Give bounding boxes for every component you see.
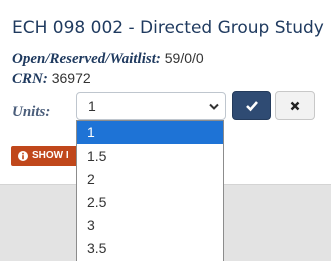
page: ECH 098 002 - Directed Group Study Open/… — [0, 0, 331, 261]
units-option[interactable]: 3.5 — [77, 237, 223, 259]
close-icon — [290, 101, 300, 110]
crn-label: CRN: — [12, 71, 48, 87]
chevron-down-icon — [209, 103, 219, 110]
units-select[interactable]: 1 — [76, 92, 226, 120]
crn-line: CRN: 36972 — [12, 70, 91, 88]
units-option[interactable]: 1.5 — [77, 145, 223, 167]
units-label: Units: — [12, 104, 51, 120]
units-dropdown-list[interactable]: 1 1.5 2 2.5 3 3.5 — [76, 120, 224, 261]
seats-label: Open/Reserved/Waitlist: — [12, 51, 161, 67]
units-option[interactable]: 3 — [77, 214, 223, 236]
seats-value: 59/0/0 — [164, 50, 204, 66]
units-option[interactable]: 2 — [77, 168, 223, 190]
units-option[interactable]: 2.5 — [77, 191, 223, 213]
cancel-units-button[interactable] — [275, 91, 315, 120]
course-title: ECH 098 002 - Directed Group Study — [12, 18, 324, 38]
units-select-value: 1 — [88, 98, 96, 114]
check-icon — [245, 100, 258, 111]
confirm-units-button[interactable] — [232, 91, 271, 120]
seats-line: Open/Reserved/Waitlist: 59/0/0 — [12, 50, 204, 68]
info-circle-icon — [18, 151, 28, 161]
show-info-label: SHOW I — [32, 150, 69, 161]
crn-value: 36972 — [51, 70, 91, 86]
units-option[interactable]: 1 — [77, 121, 223, 144]
